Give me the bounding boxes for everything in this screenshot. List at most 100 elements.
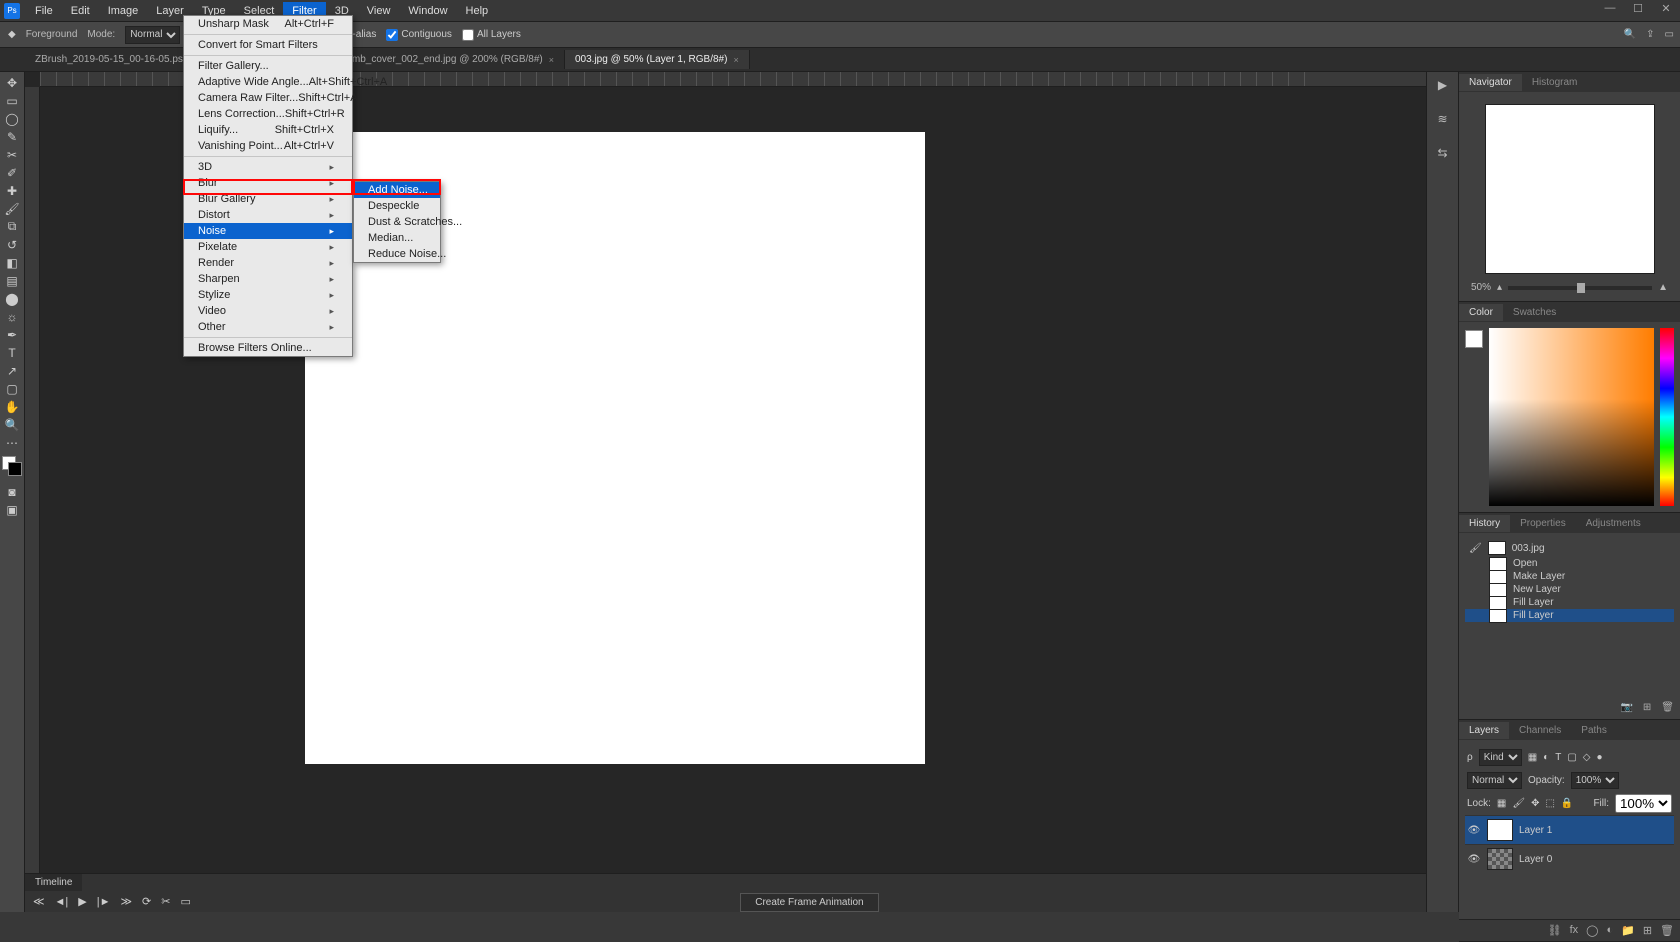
last-frame-icon[interactable]: ≫ <box>120 895 132 908</box>
options-icon[interactable]: ⇆ <box>1437 146 1447 160</box>
document-tab[interactable]: Thumb_cover_002_end.jpg @ 200% (RGB/8#)× <box>325 50 565 69</box>
brush-tool[interactable]: 🖌 <box>1 200 23 217</box>
type-tool[interactable]: T <box>1 344 23 361</box>
timeline-tab[interactable]: Timeline <box>25 874 82 891</box>
filter-item[interactable]: Lens Correction...Shift+Ctrl+R <box>184 106 352 122</box>
new-layer-icon[interactable]: ⊞ <box>1643 924 1652 937</box>
loop-icon[interactable]: ⟳ <box>142 895 151 908</box>
shape-tool[interactable]: ▢ <box>1 380 23 397</box>
adjustments-tab[interactable]: Adjustments <box>1576 515 1651 532</box>
hue-strip[interactable] <box>1660 328 1674 506</box>
histogram-tab[interactable]: Histogram <box>1522 74 1588 91</box>
layer-style-icon[interactable]: fx <box>1570 924 1579 937</box>
color-tab[interactable]: Color <box>1459 304 1503 321</box>
dodge-tool[interactable]: ☼ <box>1 308 23 325</box>
play-icon[interactable]: ▶ <box>78 895 86 908</box>
filter-blur[interactable]: Blur <box>184 175 352 191</box>
filter-last[interactable]: Unsharp MaskAlt+Ctrl+F <box>184 16 352 32</box>
close-button[interactable]: ✕ <box>1654 2 1678 18</box>
close-tab-icon[interactable]: × <box>733 55 738 65</box>
cut-icon[interactable]: ✂ <box>161 895 170 908</box>
color-field[interactable] <box>1489 328 1654 506</box>
fill-select[interactable]: 100% <box>1615 794 1672 813</box>
path-tool[interactable]: ↗ <box>1 362 23 379</box>
search-icon[interactable]: 🔍 <box>1624 29 1636 40</box>
maximize-button[interactable]: ☐ <box>1626 2 1650 18</box>
filter-other[interactable]: Other <box>184 319 352 335</box>
next-frame-icon[interactable]: |► <box>97 896 111 908</box>
noise-add-noise-[interactable]: Add Noise... <box>354 182 440 198</box>
filter-item[interactable]: Filter Gallery... <box>184 58 352 74</box>
blur-tool[interactable]: ⬤ <box>1 290 23 307</box>
filter-pixelate[interactable]: Pixelate <box>184 239 352 255</box>
filter-item[interactable]: Adaptive Wide Angle...Alt+Shift+Ctrl+A <box>184 74 352 90</box>
quickmask-tool[interactable]: ◙ <box>1 483 23 500</box>
menu-window[interactable]: Window <box>399 2 456 20</box>
color-swatches[interactable] <box>2 456 22 476</box>
history-state[interactable]: Make Layer <box>1465 570 1674 583</box>
create-frame-animation-button[interactable]: Create Frame Animation <box>740 893 878 912</box>
history-state[interactable]: Open <box>1465 557 1674 570</box>
lock-nest-icon[interactable]: ⬚ <box>1545 798 1554 809</box>
filter-shape-icon[interactable]: ▢ <box>1567 752 1576 763</box>
filter-render[interactable]: Render <box>184 255 352 271</box>
layers-tab[interactable]: Layers <box>1459 722 1509 739</box>
first-frame-icon[interactable]: ≪ <box>33 895 45 908</box>
marquee-tool[interactable]: ▭ <box>1 92 23 109</box>
filter-item[interactable]: Camera Raw Filter...Shift+Ctrl+A <box>184 90 352 106</box>
delete-layer-icon[interactable]: 🗑 <box>1660 924 1674 937</box>
filter-adjust-icon[interactable]: ◐ <box>1543 752 1549 763</box>
lock-trans-icon[interactable]: ▦ <box>1497 798 1506 809</box>
channels-tab[interactable]: Channels <box>1509 722 1571 739</box>
noise-reduce-noise-[interactable]: Reduce Noise... <box>354 246 440 262</box>
mode-select[interactable]: Normal <box>125 26 180 44</box>
swatches-tab[interactable]: Swatches <box>1503 304 1566 321</box>
history-tab[interactable]: History <box>1459 515 1510 532</box>
close-tab-icon[interactable]: × <box>549 55 554 65</box>
visibility-icon[interactable]: 👁 <box>1467 825 1481 836</box>
navigator-zoom[interactable]: 50% <box>1471 282 1491 293</box>
history-root[interactable]: 🖌 003.jpg <box>1465 539 1674 557</box>
menu-view[interactable]: View <box>358 2 400 20</box>
pen-tool[interactable]: ✒ <box>1 326 23 343</box>
quickselect-tool[interactable]: ✎ <box>1 128 23 145</box>
paths-tab[interactable]: Paths <box>1571 722 1617 739</box>
eyedropper-tool[interactable]: ✐ <box>1 164 23 181</box>
link-layers-icon[interactable]: ⛓ <box>1548 924 1562 937</box>
history-brush-tool[interactable]: ↺ <box>1 236 23 253</box>
noise-dust-scratches-[interactable]: Dust & Scratches... <box>354 214 440 230</box>
layer-kind-select[interactable]: Kind <box>1479 749 1522 766</box>
blend-mode-select[interactable]: Normal <box>1467 772 1522 789</box>
filter-video[interactable]: Video <box>184 303 352 319</box>
filter-3d[interactable]: 3D <box>184 159 352 175</box>
lock-paint-icon[interactable]: 🖌 <box>1512 798 1525 809</box>
navigator-tab[interactable]: Navigator <box>1459 74 1522 91</box>
share-icon[interactable]: ⇪ <box>1646 29 1654 40</box>
filter-smart-icon[interactable]: ◇ <box>1583 752 1591 763</box>
group-icon[interactable]: 📁 <box>1621 924 1635 937</box>
history-state[interactable]: New Layer <box>1465 583 1674 596</box>
play-icon[interactable]: ▶ <box>1438 78 1447 92</box>
alllayers-checkbox[interactable]: All Layers <box>462 29 521 41</box>
delete-state-icon[interactable]: 🗑 <box>1661 702 1674 713</box>
lasso-tool[interactable]: ◯ <box>1 110 23 127</box>
filter-distort[interactable]: Distort <box>184 207 352 223</box>
filter-browse-online[interactable]: Browse Filters Online... <box>184 340 352 356</box>
navigator-thumbnail[interactable] <box>1485 104 1655 274</box>
filter-stylize[interactable]: Stylize <box>184 287 352 303</box>
color-swatch[interactable] <box>1465 330 1483 348</box>
zoom-in-icon[interactable]: ▲ <box>1658 282 1668 293</box>
hand-tool[interactable]: ✋ <box>1 398 23 415</box>
lock-all-icon[interactable]: 🔒 <box>1561 798 1573 809</box>
document-tab[interactable]: 003.jpg @ 50% (Layer 1, RGB/8#)× <box>565 50 750 69</box>
snapshot-icon[interactable]: 📷 <box>1620 702 1632 713</box>
edit-toolbar[interactable]: ⋯ <box>1 434 23 451</box>
options-icon[interactable]: ▭ <box>180 895 190 908</box>
zoom-slider[interactable] <box>1508 286 1652 290</box>
filter-convert-smart[interactable]: Convert for Smart Filters <box>184 37 352 53</box>
move-tool[interactable]: ✥ <box>1 74 23 91</box>
eraser-tool[interactable]: ◧ <box>1 254 23 271</box>
layer-row[interactable]: 👁Layer 1 <box>1465 815 1674 844</box>
workspace-icon[interactable]: ▭ <box>1665 29 1674 40</box>
tool-preset-icon[interactable]: ◆ <box>8 29 16 40</box>
